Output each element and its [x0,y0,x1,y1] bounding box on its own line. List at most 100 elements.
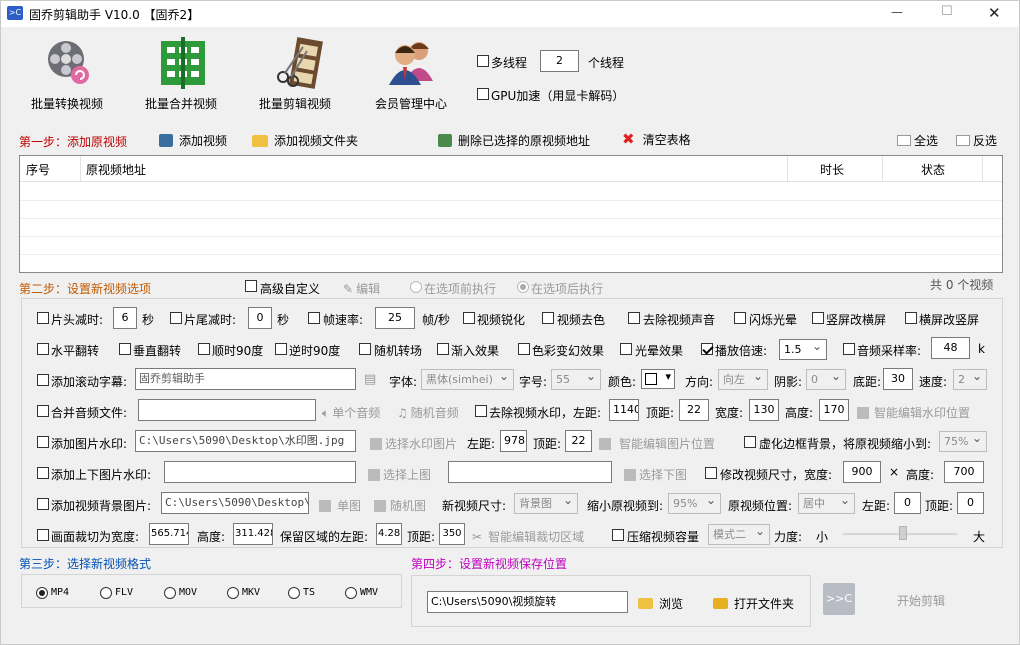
resize-checkbox[interactable] [705,467,717,479]
bottom-img-path-input[interactable] [448,461,612,483]
choose-bottom-button[interactable]: 选择下图 [624,466,687,483]
img-left-input[interactable]: 978 [500,430,527,452]
add-folder-button[interactable]: 添加视频文件夹 [252,132,358,149]
crop-height-input[interactable]: 311.428 [233,523,273,545]
crop-checkbox[interactable] [37,529,49,541]
remove-wm-checkbox[interactable] [475,405,487,417]
wm-top-input[interactable]: 22 [679,399,709,421]
thread-count-input[interactable]: 2 [540,50,579,72]
save-path-input[interactable]: C:\Users\5090\视频旋转 [427,591,628,613]
close-button[interactable]: ✕ [988,4,1001,22]
smart-wm-button[interactable]: 智能编辑水印位置 [857,404,970,421]
scroll-speed-select[interactable]: 2 [953,369,987,390]
col-header-status[interactable]: 状态 [921,161,945,178]
random-audio-button[interactable]: ♫ 随机音频 [397,404,459,421]
rot90ccw-checkbox[interactable] [275,343,287,355]
scroll-sub-checkbox[interactable] [37,374,49,386]
rot90cw-checkbox[interactable] [198,343,210,355]
vflip-checkbox[interactable] [119,343,131,355]
sub-text-input[interactable]: 固乔剪辑助手 [135,368,356,390]
position-select[interactable]: 居中 [798,493,855,514]
decolor-checkbox[interactable] [542,312,554,324]
bg-top-input[interactable]: 0 [957,492,984,514]
color-picker[interactable]: ▾ [641,369,675,389]
invert-button[interactable]: 反选 [956,132,997,149]
compress-checkbox[interactable] [612,529,624,541]
random-img-button[interactable]: 随机图 [374,497,426,514]
audio-rate-checkbox[interactable] [843,343,855,355]
img-wm-checkbox[interactable] [37,436,49,448]
direction-select[interactable]: 向左 [718,369,768,390]
format-radio-mov[interactable] [164,587,176,599]
format-radio-wmv[interactable] [345,587,357,599]
select-all-button[interactable]: 全选 [897,132,938,149]
fade-in-checkbox[interactable] [437,343,449,355]
add-video-button[interactable]: 添加视频 [159,132,227,149]
h2v-checkbox[interactable] [905,312,917,324]
sharpen-checkbox[interactable] [463,312,475,324]
tail-trim-checkbox[interactable] [170,312,182,324]
topbottom-img-checkbox[interactable] [37,467,49,479]
color-effect-checkbox[interactable] [518,343,530,355]
tail-trim-input[interactable]: 0 [248,307,272,329]
smart-crop-button[interactable]: ✂ 智能编辑裁切区域 [472,528,584,545]
framerate-checkbox[interactable] [308,312,320,324]
audio-rate-input[interactable]: 48 [931,337,970,359]
open-folder-button[interactable]: 打开文件夹 [713,595,794,612]
font-select[interactable]: 黑体(simhei) [421,369,514,390]
after-option-radio[interactable] [517,281,529,293]
flash-checkbox[interactable] [734,312,746,324]
single-audio-button[interactable]: 🔈︎ 单个音频 [322,404,380,421]
wm-left-input[interactable]: 1140 [609,399,639,421]
crop-width-input[interactable]: 565.714 [149,523,189,545]
smart-img-button[interactable]: 智能编辑图片位置 [599,435,715,452]
keep-left-input[interactable]: 4.28 [376,523,402,545]
single-img-button[interactable]: 单图 [319,497,361,514]
audio-file-input[interactable] [138,399,316,421]
delete-selected-button[interactable]: 删除已选择的原视频地址 [438,132,590,149]
keep-top-input[interactable]: 350 [439,523,465,545]
framerate-input[interactable]: 25 [375,307,415,329]
head-trim-input[interactable]: 6 [113,307,137,329]
format-radio-ts[interactable] [288,587,300,599]
choose-top-button[interactable]: 选择上图 [368,466,431,483]
new-size-select[interactable]: 背景图 [514,493,578,514]
resize-height-input[interactable]: 700 [944,461,984,483]
force-slider-thumb[interactable] [899,526,907,540]
video-table[interactable]: 序号 原视频地址 时长 状态 [19,155,1003,273]
edit-button[interactable]: ✎ 编辑 [343,280,380,297]
col-header-path[interactable]: 原视频地址 [86,161,146,178]
speed-select[interactable]: 1.5 [779,339,827,360]
before-option-radio[interactable] [410,281,422,293]
col-header-index[interactable]: 序号 [26,161,50,178]
img-top-input[interactable]: 22 [565,430,592,452]
multithread-checkbox[interactable] [477,55,489,67]
bg-left-input[interactable]: 0 [894,492,921,514]
start-logo-icon[interactable]: >>C [823,583,855,615]
size-select[interactable]: 55 [551,369,601,390]
img-wm-path-input[interactable]: C:\Users\5090\Desktop\水印图.jpg [135,430,356,452]
start-button[interactable]: 开始剪辑 [897,592,945,609]
mute-checkbox[interactable] [628,312,640,324]
v2h-checkbox[interactable] [812,312,824,324]
blur-scale-select[interactable]: 75% [939,431,987,452]
minimize-button[interactable]: — [891,5,903,19]
batch-edit-button[interactable]: 批量剪辑视频 [257,35,341,115]
wm-height-input[interactable]: 170 [819,399,849,421]
format-radio-mkv[interactable] [227,587,239,599]
clear-table-button[interactable]: ✖ 清空表格 [622,130,691,148]
maximize-button[interactable]: ☐ [941,4,953,19]
choose-wm-button[interactable]: 选择水印图片 [370,435,457,452]
speed-checkbox[interactable] [701,343,713,355]
resize-width-input[interactable]: 900 [843,461,881,483]
random-trans-checkbox[interactable] [359,343,371,355]
shrink-select[interactable]: 95% [668,493,721,514]
gpu-checkbox[interactable] [477,88,489,100]
halo-checkbox[interactable] [620,343,632,355]
wm-width-input[interactable]: 130 [749,399,779,421]
top-img-path-input[interactable] [164,461,356,483]
head-trim-checkbox[interactable] [37,312,49,324]
bg-img-checkbox[interactable] [37,498,49,510]
batch-convert-button[interactable]: 批量转换视频 [27,35,111,115]
batch-merge-button[interactable]: 批量合并视频 [143,35,227,115]
